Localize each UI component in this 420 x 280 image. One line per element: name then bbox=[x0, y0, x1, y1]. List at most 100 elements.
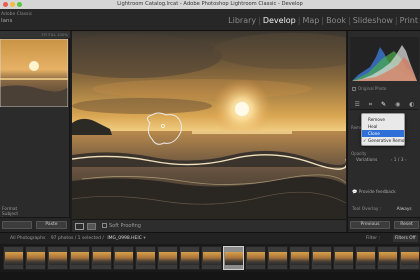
filmstrip-thumbnail[interactable] bbox=[223, 246, 244, 270]
variations-row: Variations ‹ 1 / 3 › bbox=[356, 158, 407, 163]
thumbnail-image bbox=[269, 252, 287, 265]
soft-proofing-checkbox[interactable] bbox=[102, 223, 107, 228]
histogram[interactable] bbox=[350, 37, 419, 81]
filmstrip-thumbnail[interactable] bbox=[3, 246, 24, 270]
thumbnail-image bbox=[225, 252, 243, 265]
filmstrip-thumbnail[interactable] bbox=[201, 246, 222, 270]
thumbnail-image bbox=[27, 252, 45, 265]
module-separator: | bbox=[321, 16, 325, 25]
navigator-thumbnail bbox=[0, 39, 68, 107]
navigator-preview[interactable] bbox=[0, 39, 68, 107]
thumbnail-image bbox=[71, 252, 89, 265]
filmstrip-thumbnail[interactable] bbox=[113, 246, 134, 270]
filter-select[interactable]: Filters Off bbox=[393, 235, 418, 242]
chevron-down-icon: ▾ bbox=[143, 236, 146, 241]
filmstrip-thumbnail[interactable] bbox=[377, 246, 398, 270]
filmstrip-thumbnail[interactable] bbox=[69, 246, 90, 270]
thumbnail-image bbox=[291, 252, 309, 265]
navigator-zoom-options[interactable]: FIT FILL 100% bbox=[42, 32, 68, 37]
sliders-icon[interactable]: ☰ bbox=[354, 101, 359, 108]
copy-button[interactable] bbox=[2, 221, 32, 229]
original-photo-toggle[interactable]: Original Photo bbox=[352, 86, 386, 91]
filmstrip-thumbnail[interactable] bbox=[47, 246, 68, 270]
thumbnail-image bbox=[93, 252, 111, 265]
filmstrip-thumbnail[interactable] bbox=[135, 246, 156, 270]
tool-overlay-row: Tool Overlay : Always bbox=[352, 207, 412, 212]
thumbnail-image bbox=[335, 252, 353, 265]
filmstrip-thumbnail[interactable] bbox=[289, 246, 310, 270]
before-after-view-icon[interactable] bbox=[87, 223, 96, 230]
thumbnail-image bbox=[379, 252, 397, 265]
filmstrip-thumbnail[interactable] bbox=[333, 246, 354, 270]
filmstrip-thumbnail[interactable] bbox=[245, 246, 266, 270]
thumbnail-image bbox=[115, 252, 133, 265]
filmstrip bbox=[0, 244, 420, 272]
paste-button[interactable]: Paste bbox=[36, 221, 67, 229]
main-photo[interactable] bbox=[72, 31, 346, 219]
filmstrip-thumbnail[interactable] bbox=[399, 246, 420, 270]
dropdown-item-heal[interactable]: Heal bbox=[362, 123, 404, 130]
identity-plate: Adobe Classic Ians bbox=[1, 12, 33, 24]
filmstrip-thumbnail[interactable] bbox=[267, 246, 288, 270]
left-panel-buttons: Paste bbox=[0, 217, 70, 232]
module-picker-bar: Adobe Classic Ians Library | Develop | Map | B… bbox=[0, 9, 420, 31]
seascape-photo bbox=[72, 31, 346, 219]
filmstrip-breadcrumb[interactable]: All Photographs 97 photos / 1 selected /… bbox=[10, 236, 146, 241]
filmstrip-thumbnail[interactable] bbox=[311, 246, 332, 270]
dropdown-item-generative-remove[interactable]: ✓ Generative Remove bbox=[362, 137, 410, 144]
module-library[interactable]: Library bbox=[228, 16, 256, 25]
window-title: Lightroom Catalog.lrcat - Adobe Photosho… bbox=[117, 1, 303, 7]
provide-feedback-link[interactable]: 💬 Provide feedback bbox=[352, 190, 396, 195]
module-develop[interactable]: Develop bbox=[263, 16, 296, 25]
filmstrip-thumbnail[interactable] bbox=[157, 246, 178, 270]
previous-variation-icon[interactable]: ‹ bbox=[391, 158, 393, 163]
thumbnail-image bbox=[137, 252, 155, 265]
remove-tool-icon[interactable]: ✎ bbox=[381, 101, 386, 108]
reset-button[interactable]: Reset bbox=[394, 221, 419, 229]
navigator-header: FIT FILL 100% bbox=[0, 31, 70, 38]
opacity-label: Opacity bbox=[351, 151, 367, 156]
thumbnail-image bbox=[159, 252, 177, 265]
feedback-icon: 💬 bbox=[352, 190, 358, 195]
filmstrip-thumbnail[interactable] bbox=[91, 246, 112, 270]
bottom-panel-toggle[interactable] bbox=[0, 272, 420, 280]
module-book[interactable]: Book bbox=[326, 16, 346, 25]
photo-toolbar: Soft Proofing bbox=[72, 219, 346, 232]
module-map[interactable]: Map bbox=[302, 16, 319, 25]
module-slideshow[interactable]: Slideshow bbox=[353, 16, 393, 25]
loupe-view-icon[interactable] bbox=[75, 223, 84, 230]
module-separator: | bbox=[394, 16, 398, 25]
thumbnail-image bbox=[49, 252, 67, 265]
window-title-bar: Lightroom Catalog.lrcat - Adobe Photosho… bbox=[0, 0, 420, 9]
previous-button[interactable]: Previous bbox=[350, 221, 390, 229]
soft-proofing-toggle[interactable]: Soft Proofing bbox=[102, 223, 141, 229]
next-variation-icon[interactable]: › bbox=[405, 158, 407, 163]
module-separator: | bbox=[258, 16, 261, 25]
left-panel: FIT FILL 100% Format Subject Landscape B… bbox=[0, 31, 70, 232]
crop-icon[interactable]: ⌗ bbox=[369, 101, 372, 109]
remove-mode-dropdown: Remove Heal Clone ✓ Generative Remove bbox=[361, 113, 410, 146]
filmstrip-thumbnail[interactable] bbox=[179, 246, 200, 270]
thumbnail-image bbox=[181, 252, 199, 265]
original-photo-checkbox[interactable] bbox=[352, 87, 356, 91]
thumbnail-image bbox=[203, 252, 221, 265]
thumbnail-image bbox=[313, 252, 331, 265]
histogram-graph bbox=[350, 37, 419, 81]
tool-overlay-select[interactable]: Always bbox=[397, 207, 412, 212]
dropdown-item-clone[interactable]: Clone bbox=[362, 130, 404, 137]
filmstrip-header: All Photographs 97 photos / 1 selected /… bbox=[0, 232, 420, 244]
red-eye-icon[interactable]: ◉ bbox=[395, 101, 400, 108]
checkmark-icon: ✓ bbox=[363, 138, 367, 143]
filmstrip-thumbnail[interactable] bbox=[25, 246, 46, 270]
masking-icon[interactable]: ◐ bbox=[409, 101, 414, 108]
thumbnail-image bbox=[401, 252, 419, 265]
module-separator: | bbox=[347, 16, 351, 25]
module-picker: Library | Develop | Map | Book | Slideshow | Print bbox=[228, 16, 418, 25]
variations-counter: 1 / 3 bbox=[393, 158, 404, 163]
module-print[interactable]: Print bbox=[400, 16, 418, 25]
filmstrip-thumbnail[interactable] bbox=[355, 246, 376, 270]
dropdown-item-remove[interactable]: Remove bbox=[362, 116, 404, 123]
thumbnail-image bbox=[247, 252, 265, 265]
thumbnail-image bbox=[357, 252, 375, 265]
thumbnail-image bbox=[5, 252, 23, 265]
